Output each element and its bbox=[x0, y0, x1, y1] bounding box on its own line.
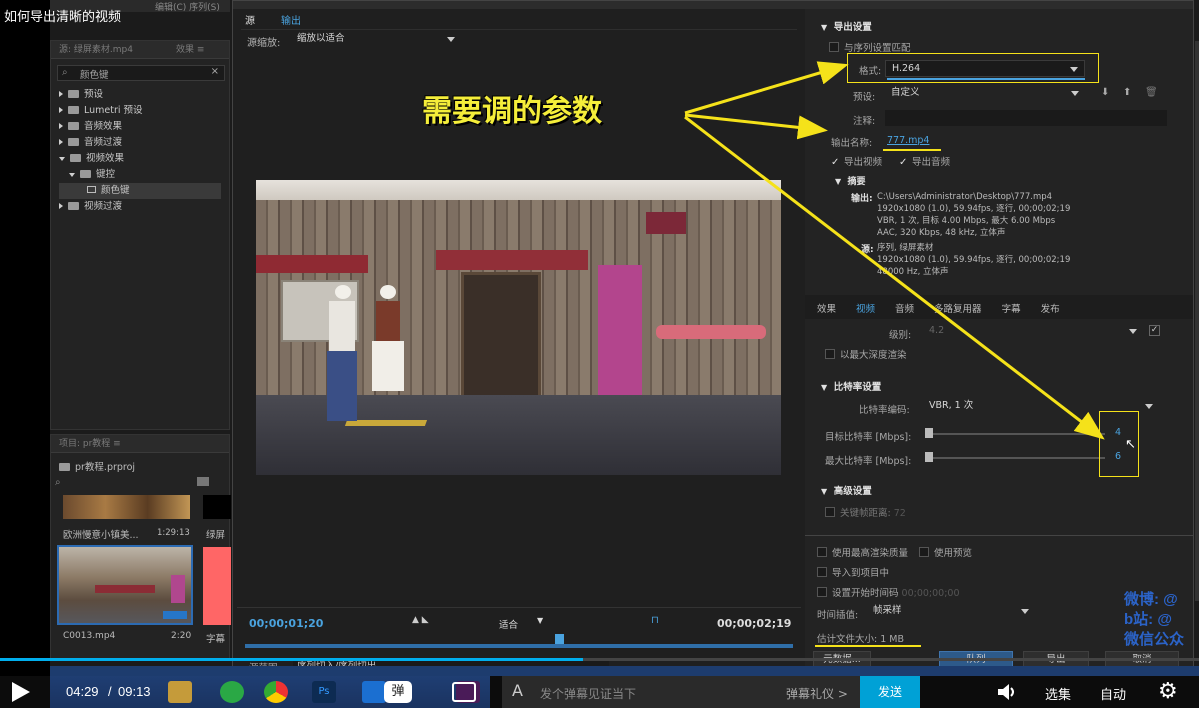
progress-fill bbox=[0, 658, 583, 661]
text-format-icon[interactable]: A bbox=[512, 681, 523, 700]
photoshop-icon: Ps bbox=[312, 681, 336, 703]
video-title: 如何导出清晰的视频 bbox=[4, 9, 122, 24]
wechat-icon bbox=[220, 681, 244, 703]
arrow-to-output-name bbox=[684, 113, 828, 140]
episodes-button[interactable]: 选集 bbox=[1045, 684, 1071, 703]
autoplay-button[interactable]: 自动 bbox=[1100, 684, 1126, 703]
danmaku-settings-icon[interactable] bbox=[452, 682, 476, 702]
send-button[interactable]: 发送 bbox=[860, 676, 920, 708]
chrome-icon bbox=[264, 681, 288, 703]
volume-icon[interactable] bbox=[996, 682, 1018, 702]
watermark-line: b站: @ bbox=[1124, 611, 1172, 628]
danmaku-placeholder: 发个弹幕见证当下 bbox=[540, 687, 637, 701]
watermark-line: 微信公众 bbox=[1124, 631, 1185, 648]
time-separator: / bbox=[108, 684, 112, 699]
taskbar-strip bbox=[50, 666, 1199, 676]
total-time: 09:13 bbox=[118, 684, 151, 699]
arrow-to-format bbox=[684, 61, 849, 115]
play-icon[interactable] bbox=[12, 682, 30, 702]
explorer-icon bbox=[362, 681, 386, 703]
danmaku-toggle[interactable]: 弹 bbox=[384, 681, 412, 703]
settings-gear-icon[interactable]: ⚙ bbox=[1158, 680, 1178, 704]
annotation-arrows bbox=[684, 61, 1105, 440]
video-frame[interactable]: 编辑(C) 序列(S) 源: 绿屏素材.mp4 效果 ≡ ⌕ 颜色键 × 预设 … bbox=[0, 0, 1199, 676]
arrow-to-bitrate bbox=[684, 115, 1105, 440]
volume-icon-svg bbox=[998, 684, 1014, 700]
danmaku-etiquette-link[interactable]: 弹幕礼仪 > bbox=[786, 685, 848, 702]
player-control-bar: Ps 04:29 / 09:13 弹 A 发个弹幕见证当下 弹幕礼仪 > 发送 … bbox=[0, 676, 1199, 708]
folder-app-icon bbox=[168, 681, 192, 703]
watermark-line: 微博: @ bbox=[1124, 591, 1178, 608]
danmaku-input[interactable]: A 发个弹幕见证当下 弹幕礼仪 > bbox=[502, 676, 860, 708]
taskbar-icons: Ps bbox=[50, 676, 490, 708]
progress-bar[interactable] bbox=[0, 658, 1199, 661]
watermark: 微博: @ b站: @ 微信公众 bbox=[1124, 590, 1184, 650]
current-time: 04:29 bbox=[66, 684, 99, 699]
